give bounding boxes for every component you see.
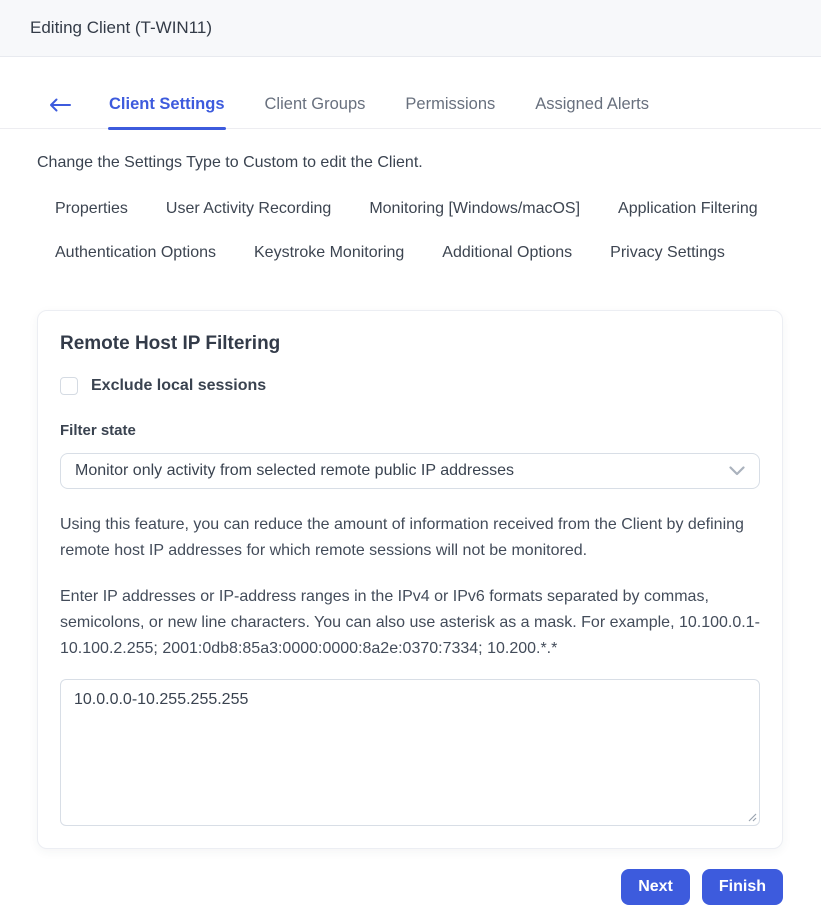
feature-description: Using this feature, you can reduce the a… [60,516,744,559]
main-tab-bar: Client Settings Client Groups Permission… [0,95,821,130]
tab-client-groups[interactable]: Client Groups [264,95,367,128]
filter-state-select[interactable]: Monitor only activity from selected remo… [60,453,760,489]
chevron-down-icon [729,466,745,476]
remote-host-ip-filtering-card: Remote Host IP Filtering Exclude local s… [37,310,783,849]
tab-permissions[interactable]: Permissions [404,95,496,128]
page-title: Editing Client (T-WIN11) [30,18,213,37]
subtab-keystroke-monitoring[interactable]: Keystroke Monitoring [254,244,404,262]
tab-assigned-alerts[interactable]: Assigned Alerts [534,95,650,128]
page-header: Editing Client (T-WIN11) [0,0,821,57]
exclude-local-sessions-label: Exclude local sessions [91,377,267,394]
next-button[interactable]: Next [621,868,690,905]
subtab-additional-options[interactable]: Additional Options [442,244,572,262]
subtab-authentication-options[interactable]: Authentication Options [55,244,216,262]
ip-list-field-wrap: 10.0.0.0-10.255.255.255 [60,678,760,826]
format-description: Enter IP addresses or IP-address ranges … [60,587,760,657]
exclude-local-sessions-row[interactable]: Exclude local sessions [60,377,760,395]
arrow-left-icon [48,98,72,112]
filter-state-label: Filter state [60,422,136,439]
subtab-monitoring-windows-macos[interactable]: Monitoring [Windows/macOS] [369,200,580,218]
subtab-properties[interactable]: Properties [55,200,128,218]
tab-client-settings[interactable]: Client Settings [108,95,226,130]
subtab-privacy-settings[interactable]: Privacy Settings [610,244,725,262]
filter-state-selected-value: Monitor only activity from selected remo… [75,462,515,479]
subtab-user-activity-recording[interactable]: User Activity Recording [166,200,331,218]
back-button[interactable] [48,98,72,128]
settings-section-nav: Properties User Activity Recording Monit… [55,200,791,262]
ip-list-input[interactable]: 10.0.0.0-10.255.255.255 [60,678,760,826]
wizard-footer: Next Finish [0,868,783,905]
subtab-application-filtering[interactable]: Application Filtering [618,200,758,218]
finish-button[interactable]: Finish [701,868,783,905]
exclude-local-sessions-checkbox[interactable] [60,377,78,395]
settings-type-notice: Change the Settings Type to Custom to ed… [37,154,423,171]
card-title: Remote Host IP Filtering [60,333,281,354]
